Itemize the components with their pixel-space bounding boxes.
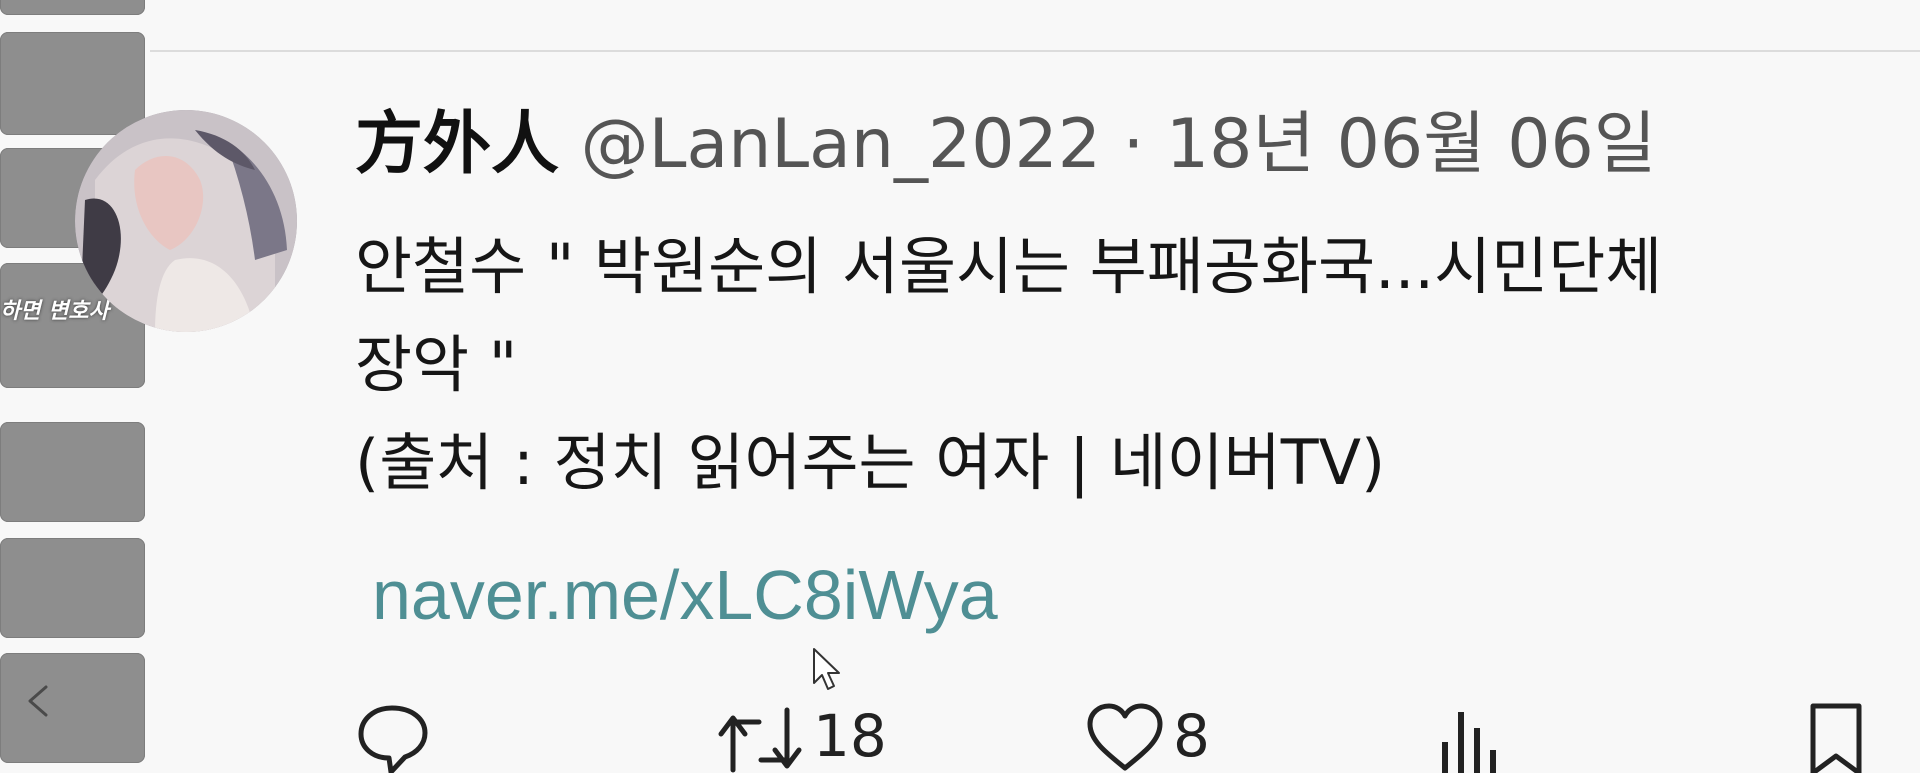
- tweet-action-bar: 18 8: [355, 700, 1915, 773]
- thumbnail-strip: 하면 변호사: [0, 0, 145, 773]
- reply-button[interactable]: [355, 700, 430, 773]
- thumbnail-5[interactable]: [0, 422, 145, 522]
- tweet-date[interactable]: 18년 06월 06일: [1166, 105, 1657, 184]
- retweet-button[interactable]: 18: [715, 700, 887, 773]
- thumbnail-6[interactable]: [0, 538, 145, 638]
- retweet-icon: [718, 707, 802, 773]
- like-button[interactable]: 8: [1085, 700, 1210, 773]
- chevron-left-icon: [28, 685, 48, 717]
- tweet-text-line: 장악 ": [355, 328, 518, 401]
- thumbnail-1[interactable]: [0, 0, 145, 15]
- tweet-text-line: 안철수 " 박원순의 서울시는 부패공화국...시민단체: [355, 230, 1663, 303]
- mouse-cursor-icon: [813, 648, 840, 690]
- thumbnail-2[interactable]: [0, 32, 145, 135]
- display-name[interactable]: 方外人: [355, 105, 559, 184]
- bar-chart-icon: [1442, 712, 1496, 773]
- bookmark-button[interactable]: [1805, 700, 1867, 773]
- tweet-text: 안철수 " 박원순의 서울시는 부패공화국...시민단체 장악 " (출처 : …: [355, 218, 1915, 512]
- heart-icon: [1087, 703, 1163, 771]
- avatar-image: [75, 110, 297, 332]
- tweet-screen: 하면 변호사 方外人 @LanLan_2022 · 18년 06월 06일 안철…: [0, 0, 1920, 773]
- header-separator: ·: [1122, 105, 1145, 184]
- user-handle[interactable]: @LanLan_2022: [581, 105, 1101, 184]
- like-count: 8: [1173, 702, 1210, 770]
- tweet-text-line: (출처 : 정치 읽어주는 여자 | 네이버TV): [355, 426, 1386, 499]
- avatar[interactable]: [75, 110, 297, 332]
- previous-button[interactable]: [0, 653, 145, 763]
- top-divider: [150, 50, 1920, 52]
- retweet-count: 18: [813, 702, 887, 770]
- tweet-header: 方外人 @LanLan_2022 · 18년 06월 06일: [355, 100, 1656, 190]
- tweet-link[interactable]: naver.me/xLC8iWya: [372, 550, 998, 640]
- reply-icon: [358, 705, 428, 773]
- views-button[interactable]: [1435, 700, 1505, 773]
- bookmark-icon: [1810, 703, 1862, 773]
